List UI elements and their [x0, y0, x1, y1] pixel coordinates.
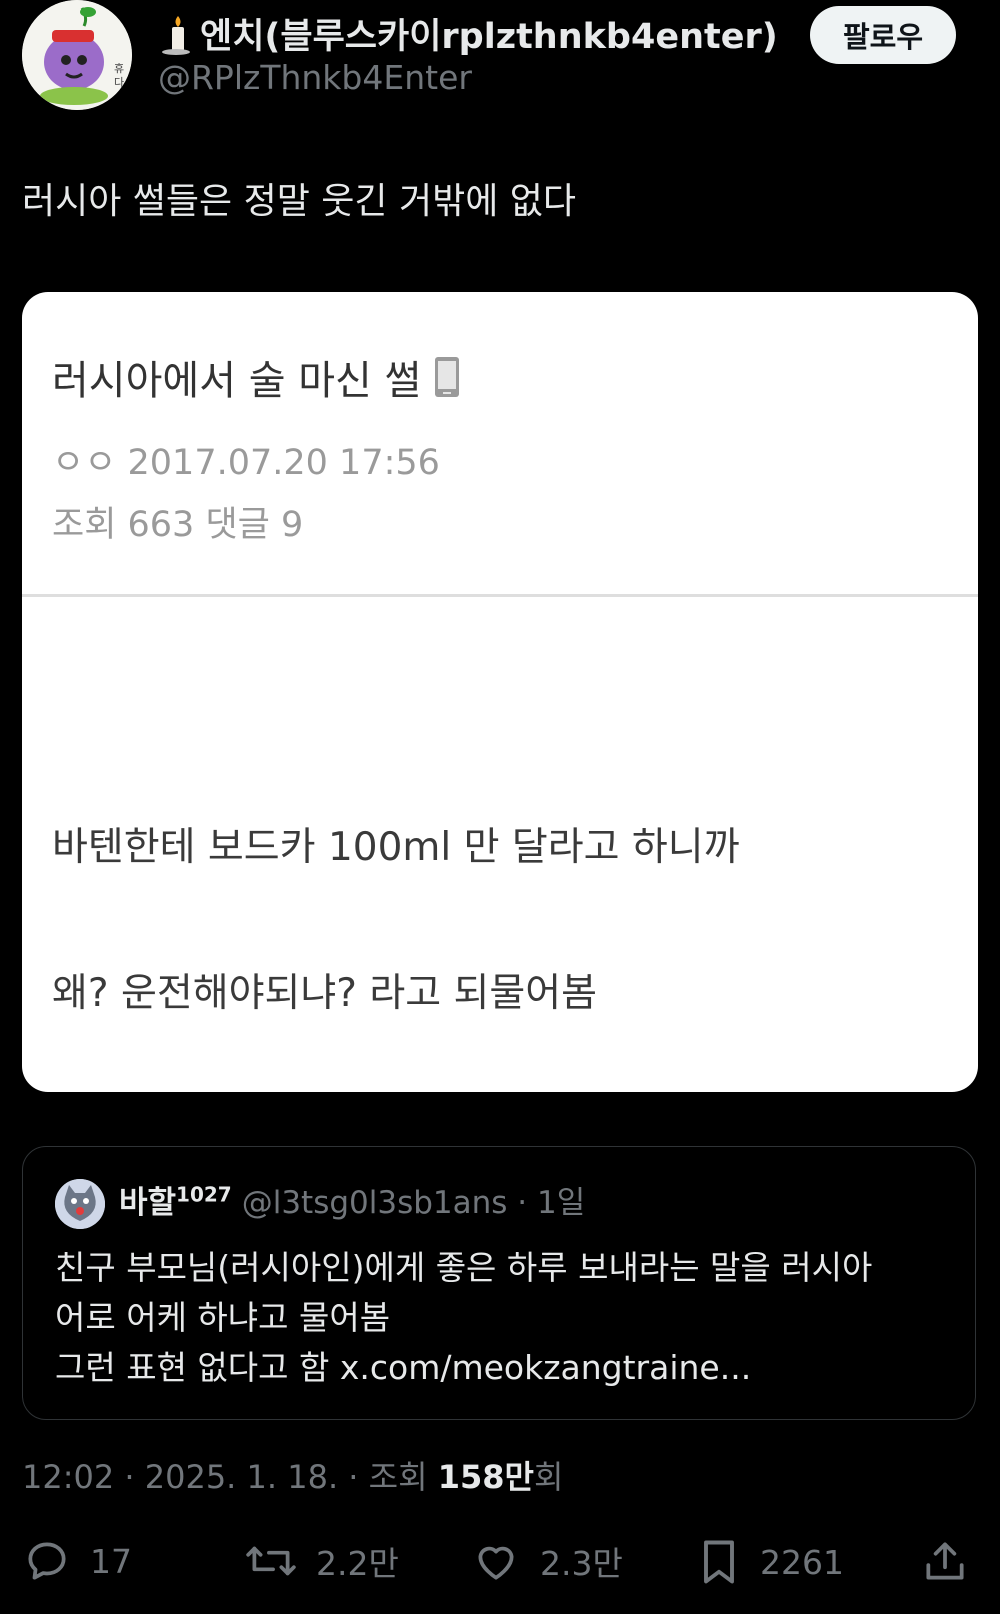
quote-text: 친구 부모님(러시아인)에게 좋은 하루 보내라는 말을 러시아 어로 어케 하… [55, 1243, 872, 1393]
share-icon [926, 1542, 964, 1580]
author-name-row[interactable]: 엔치(블루스카이rplzthnkb4enter) [158, 8, 778, 59]
author-display-name: 엔치(블루스카이rplzthnkb4enter) [200, 17, 778, 57]
view-suffix: 회 [533, 1458, 564, 1496]
like-button[interactable]: 2.3만 [470, 1536, 623, 1586]
reply-count: 17 [90, 1541, 132, 1581]
timestamp-text: 12:02 · 2025. 1. 18. · 조회 [22, 1458, 438, 1496]
quote-line-1: 친구 부모님(러시아인)에게 좋은 하루 보내라는 말을 러시아 [55, 1248, 873, 1287]
post-title-text: 러시아에서 술 마신 썰 [52, 358, 422, 404]
heart-icon [478, 1546, 514, 1580]
quote-tweet[interactable]: 바할1027 @l3tsg0l3sb1ans · 1일 친구 부모님(러시아인)에… [22, 1146, 976, 1420]
author-avatar[interactable]: 휴 다 [22, 0, 132, 110]
reply-icon [28, 1542, 66, 1580]
post-body-line-1: 바텐한테 보드카 100ml 만 달라고 하니까 [52, 825, 740, 870]
quote-header: 바할1027 @l3tsg0l3sb1ans · 1일 [119, 1177, 585, 1222]
cat-avatar-icon [55, 1179, 105, 1229]
timestamp-row: 12:02 · 2025. 1. 18. · 조회 158만회 [22, 1452, 563, 1498]
view-count: 158만 [437, 1458, 534, 1496]
bookmark-icon [704, 1540, 734, 1584]
tweet-text: 러시아 썰들은 정말 웃긴 거밖에 없다 [22, 181, 577, 222]
bookmark-button[interactable]: 2261 [696, 1536, 844, 1588]
quote-author-name: 바할1027 [119, 1182, 232, 1221]
quote-handle-time: @l3tsg0l3sb1ans · 1일 [241, 1185, 586, 1221]
media-image[interactable]: 러시아에서 술 마신 썰 ㅇㅇ 2017.07.20 17:56 조회 663 … [22, 292, 978, 1092]
post-stats: 조회 663 댓글 9 [52, 505, 304, 545]
quote-line-2: 어로 어케 하냐고 물어봄 [55, 1298, 391, 1337]
bookmark-count: 2261 [760, 1542, 844, 1582]
purple-character-icon: 휴 다 [22, 0, 132, 110]
candle-icon [158, 12, 194, 56]
svg-text:다: 다 [114, 76, 124, 89]
card-divider [22, 594, 978, 597]
like-count: 2.3만 [540, 1544, 623, 1583]
post-author-date: ㅇㅇ 2017.07.20 17:56 [52, 443, 440, 483]
quote-avatar [55, 1179, 105, 1229]
quote-line-3: 그런 표현 없다고 함 x.com/meokzangtraine... [55, 1348, 752, 1387]
post-title: 러시아에서 술 마신 썰 [52, 348, 461, 406]
retweet-icon [246, 1546, 296, 1576]
reply-button[interactable]: 17 [22, 1536, 132, 1586]
phone-icon [433, 355, 461, 399]
follow-button[interactable]: 팔로우 [810, 6, 956, 64]
svg-text:휴: 휴 [114, 62, 124, 75]
retweet-count: 2.2만 [316, 1544, 399, 1583]
retweet-button[interactable]: 2.2만 [244, 1536, 399, 1586]
post-body-line-2: 왜? 운전해야되냐? 라고 되물어봄 [52, 971, 598, 1016]
author-handle[interactable]: @RPlzThnkb4Enter [158, 58, 472, 97]
share-button[interactable] [920, 1536, 970, 1586]
